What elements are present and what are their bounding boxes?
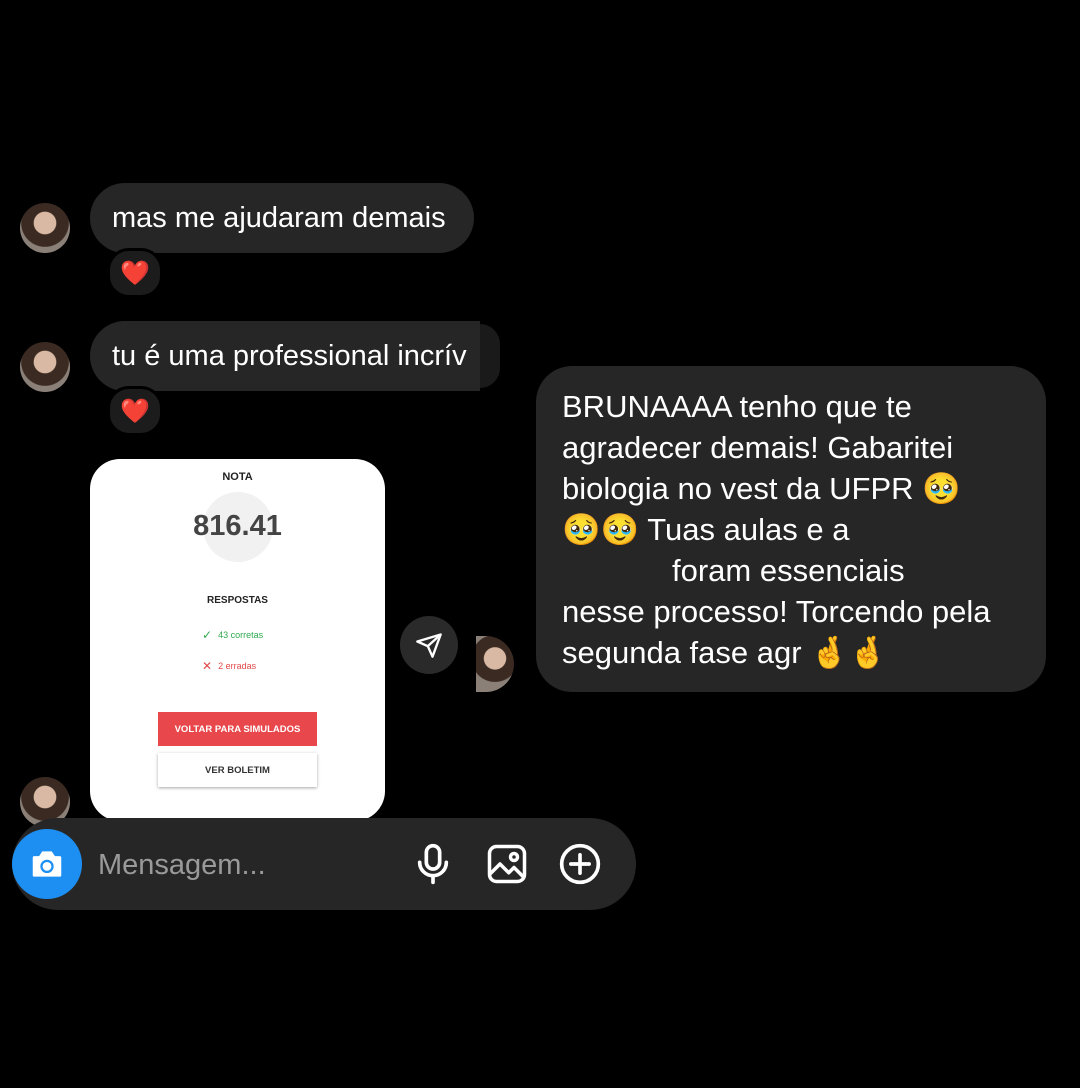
check-icon: ✓	[202, 628, 213, 642]
gallery-button[interactable]	[483, 840, 531, 888]
add-button[interactable]	[556, 840, 604, 888]
correct-count: 43 corretas	[218, 630, 264, 640]
message-line: BRUNAAAA tenho que te	[562, 389, 912, 424]
microphone-button[interactable]	[410, 840, 456, 888]
gallery-icon	[487, 844, 527, 884]
score-value: 816.41	[193, 510, 282, 542]
heart-reaction[interactable]: ❤️	[107, 386, 163, 436]
correct-row: ✓ 43 corretas	[202, 628, 263, 642]
sender-avatar[interactable]	[20, 342, 70, 392]
camera-icon	[32, 851, 62, 877]
message-text: mas me ajudaram demais	[112, 202, 446, 234]
message-line: foram essenciais	[672, 553, 905, 588]
sender-avatar[interactable]	[20, 203, 70, 253]
wrong-count: 2 erradas	[218, 661, 257, 671]
message-line: 🥹🥹 Tuas aulas e a	[562, 512, 850, 547]
heart-icon: ❤️	[120, 259, 150, 287]
respostas-label: RESPOSTAS	[207, 595, 268, 606]
heart-icon: ❤️	[120, 397, 150, 425]
message-line: nesse processo! Torcendo pela	[562, 594, 991, 629]
nota-label: NOTA	[222, 471, 253, 483]
incoming-message[interactable]: mas me ajudaram demais	[90, 183, 474, 253]
share-button[interactable]	[400, 616, 458, 674]
message-text: tu é uma professional incrív	[112, 340, 467, 372]
microphone-icon	[417, 843, 449, 885]
voltar-simulados-button[interactable]: VOLTAR PARA SIMULADOS	[158, 712, 317, 746]
heart-reaction[interactable]: ❤️	[107, 248, 163, 298]
message-line: agradecer demais! Gabaritei	[562, 430, 954, 465]
x-icon: ✕	[202, 659, 213, 673]
message-line: segunda fase agr 🤞🤞	[562, 635, 888, 670]
send-icon	[416, 633, 442, 658]
shared-result-card[interactable]: NOTA 816.41 RESPOSTAS ✓ 43 corretas ✕ 2 …	[90, 459, 385, 821]
ver-boletim-button[interactable]: VER BOLETIM	[158, 753, 317, 787]
message-overflow-edge	[480, 324, 500, 388]
self-avatar[interactable]	[476, 636, 514, 692]
outgoing-message[interactable]: BRUNAAAA tenho que te agradecer demais! …	[536, 366, 1046, 692]
add-circle-icon	[559, 843, 601, 885]
wrong-row: ✕ 2 erradas	[202, 659, 256, 673]
message-input[interactable]	[96, 840, 400, 890]
camera-button[interactable]	[12, 829, 82, 899]
incoming-message[interactable]: tu é uma professional incrív	[90, 321, 480, 391]
message-line: biologia no vest da UFPR 🥹	[562, 471, 961, 506]
